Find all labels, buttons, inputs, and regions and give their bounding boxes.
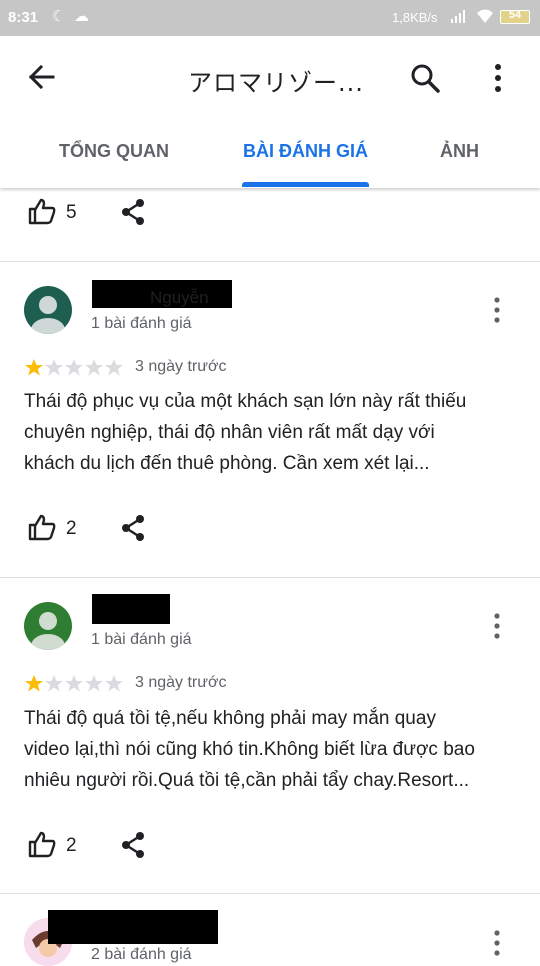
thumbs-up-icon[interactable] bbox=[28, 830, 56, 858]
star-empty-icon bbox=[105, 675, 123, 692]
like-count: 2 bbox=[66, 835, 77, 856]
review-more-icon[interactable] bbox=[492, 930, 502, 956]
reviewer-review-count: 1 bài đánh giá bbox=[91, 631, 192, 648]
tab-photos[interactable]: ẢNH bbox=[440, 141, 479, 162]
divider bbox=[0, 893, 540, 894]
review-text-line: chuyên nghiệp, thái độ nhân viên rất mất… bbox=[24, 422, 435, 443]
star-empty-icon bbox=[85, 359, 103, 376]
network-speed: 1,8KB/s bbox=[392, 10, 438, 25]
default-avatar-icon bbox=[31, 296, 65, 334]
redacted-name bbox=[92, 594, 170, 624]
like-count: 2 bbox=[66, 518, 77, 539]
page-title: アロマリゾー... bbox=[188, 69, 364, 97]
status-bar: 8:31 ☾ ☁ 1,8KB/s 54 bbox=[0, 0, 540, 36]
star-empty-icon bbox=[65, 359, 83, 376]
review-text-line: Thái độ phục vụ của một khách sạn lớn nà… bbox=[24, 391, 467, 412]
battery-icon: 54 bbox=[500, 9, 530, 24]
signal-icon bbox=[451, 10, 465, 23]
active-tab-indicator bbox=[242, 182, 369, 187]
review-text-line: Thái độ quá tồi tệ,nếu không phải may mắ… bbox=[24, 708, 436, 729]
review-date: 3 ngày trước bbox=[135, 674, 227, 691]
top-app-bar: アロマリゾー... bbox=[0, 36, 540, 120]
weather-icon: ☁ bbox=[74, 8, 89, 25]
thumbs-up-icon[interactable] bbox=[28, 197, 56, 225]
redacted-name bbox=[48, 910, 218, 944]
star-empty-icon bbox=[85, 675, 103, 692]
review-more-icon[interactable] bbox=[492, 297, 502, 323]
status-time: 8:31 bbox=[8, 9, 39, 26]
review-text[interactable]: Thái độ quá tồi tệ,nếu không phải may mắ… bbox=[24, 703, 524, 796]
default-avatar-icon bbox=[31, 612, 65, 650]
review-more-icon[interactable] bbox=[492, 613, 502, 639]
star-filled-icon bbox=[25, 675, 43, 692]
share-icon[interactable] bbox=[120, 514, 146, 542]
review-date: 3 ngày trước bbox=[135, 358, 227, 375]
review-text-line: video lại,thì nói cũng khó tin.Không biế… bbox=[24, 739, 475, 760]
review-text-line: khách du lịch đến thuê phòng. Cần xem xé… bbox=[24, 453, 430, 474]
battery-level: 54 bbox=[508, 9, 522, 21]
tab-reviews[interactable]: BÀI ĐÁNH GIÁ bbox=[243, 141, 368, 162]
tab-bar: TỔNG QUAN BÀI ĐÁNH GIÁ ẢNH bbox=[0, 120, 540, 188]
reviewer-name-partial: Nguyễn bbox=[150, 288, 209, 307]
share-icon[interactable] bbox=[120, 198, 146, 226]
divider bbox=[0, 261, 540, 262]
back-arrow-icon[interactable] bbox=[26, 62, 56, 92]
search-icon[interactable] bbox=[410, 63, 440, 93]
more-options-icon[interactable] bbox=[484, 63, 512, 93]
thumbs-up-icon[interactable] bbox=[28, 513, 56, 541]
review-text[interactable]: Thái độ phục vụ của một khách sạn lớn nà… bbox=[24, 386, 524, 479]
avatar[interactable] bbox=[24, 286, 72, 334]
star-empty-icon bbox=[105, 359, 123, 376]
star-empty-icon bbox=[65, 675, 83, 692]
divider bbox=[0, 577, 540, 578]
star-rating bbox=[24, 674, 124, 692]
star-empty-icon bbox=[45, 675, 63, 692]
tab-overview[interactable]: TỔNG QUAN bbox=[59, 141, 169, 162]
star-rating bbox=[24, 358, 124, 376]
reviewer-review-count: 1 bài đánh giá bbox=[91, 315, 192, 332]
avatar[interactable] bbox=[24, 602, 72, 650]
star-filled-icon bbox=[25, 359, 43, 376]
review-text-line: nhiêu người rồi.Quá tồi tệ,cần phải tẩy … bbox=[24, 770, 470, 791]
star-empty-icon bbox=[45, 359, 63, 376]
reviewer-review-count: 2 bài đánh giá bbox=[91, 946, 192, 963]
wifi-icon bbox=[477, 9, 493, 23]
moon-icon: ☾ bbox=[52, 8, 66, 25]
share-icon[interactable] bbox=[120, 831, 146, 859]
like-count: 5 bbox=[66, 202, 77, 223]
